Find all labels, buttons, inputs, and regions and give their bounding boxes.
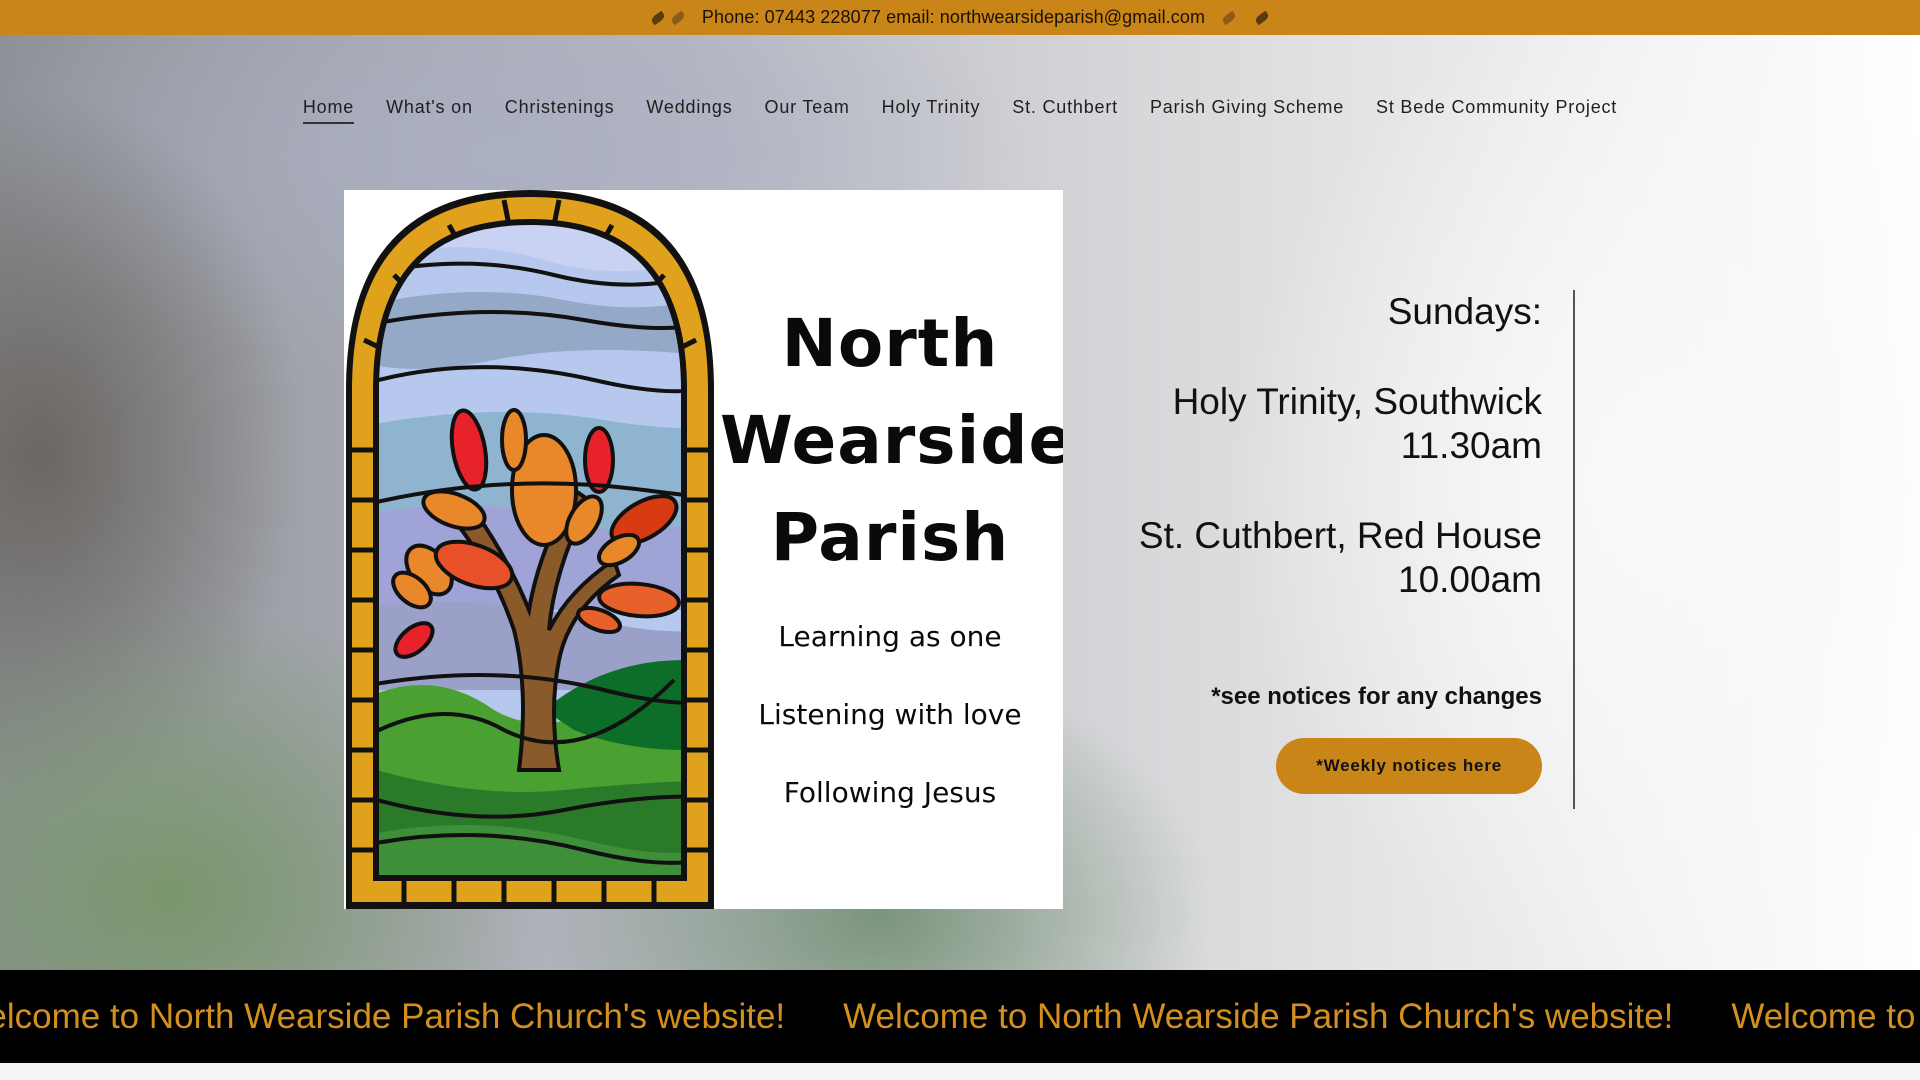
service-holy-trinity: Holy Trinity, Southwick 11.30am xyxy=(1120,380,1542,468)
weekly-notices-button[interactable]: *Weekly notices here xyxy=(1276,738,1542,794)
logo-title-line1: North xyxy=(781,305,999,382)
church-name: St. Cuthbert, Red House xyxy=(1138,515,1542,556)
hero-section: Home What's on Christenings Weddings Our… xyxy=(0,35,1920,970)
marquee-text: Welcome to North Wearside Parish Church'… xyxy=(0,996,786,1036)
logo-tagline-1: Learning as one xyxy=(778,620,1002,653)
logo-text: North Wearside Parish Learning as one Li… xyxy=(720,295,1063,810)
logo-title-line2: Wearside xyxy=(720,402,1063,479)
nav-item-parish-giving-scheme[interactable]: Parish Giving Scheme xyxy=(1150,97,1344,124)
leaves-icon xyxy=(1219,10,1272,25)
bottom-strip xyxy=(0,1063,1920,1080)
logo-tagline-2: Listening with love xyxy=(758,698,1022,731)
service-time: 11.30am xyxy=(1400,425,1542,466)
nav-item-home[interactable]: Home xyxy=(302,97,355,124)
church-name: Holy Trinity, Southwick xyxy=(1172,381,1542,422)
services-heading: Sundays: xyxy=(1387,291,1542,332)
parish-logo: North Wearside Parish Learning as one Li… xyxy=(344,190,1063,909)
nav-item-whats-on[interactable]: What's on xyxy=(386,97,473,124)
contact-text[interactable]: Phone: 07443 228077 email: northwearside… xyxy=(702,7,1205,28)
nav-item-weddings[interactable]: Weddings xyxy=(646,97,732,124)
sunday-services-panel: Sundays: Holy Trinity, Southwick 11.30am… xyxy=(1120,290,1542,794)
welcome-marquee: Welcome to North Wearside Parish Church'… xyxy=(0,970,1920,1063)
marquee-text: Welcome to North Wearside Parish Church'… xyxy=(843,996,1674,1036)
top-contact-bar: Phone: 07443 228077 email: northwearside… xyxy=(0,0,1920,35)
notices-note: *see notices for any changes xyxy=(1211,683,1542,710)
service-st-cuthbert: St. Cuthbert, Red House 10.00am xyxy=(1120,514,1542,602)
nav-item-st-cuthbert[interactable]: St. Cuthbert xyxy=(1012,97,1118,124)
marquee-text: Welcome to North Wearside Parish Church'… xyxy=(1731,996,1920,1036)
main-nav: Home What's on Christenings Weddings Our… xyxy=(0,97,1920,124)
nav-item-christenings[interactable]: Christenings xyxy=(505,97,615,124)
service-time: 10.00am xyxy=(1398,559,1542,600)
marquee-track: Welcome to North Wearside Parish Church'… xyxy=(0,970,1920,1063)
logo-tagline-3: Following Jesus xyxy=(783,776,997,809)
divider-line xyxy=(1573,290,1575,809)
nav-item-our-team[interactable]: Our Team xyxy=(765,97,850,124)
logo-title-line3: Parish xyxy=(770,499,1010,576)
leaves-icon xyxy=(648,10,688,25)
nav-item-st-bede-community-project[interactable]: St Bede Community Project xyxy=(1376,97,1617,124)
page: Phone: 07443 228077 email: northwearside… xyxy=(0,0,1920,1080)
nav-item-holy-trinity[interactable]: Holy Trinity xyxy=(882,97,981,124)
